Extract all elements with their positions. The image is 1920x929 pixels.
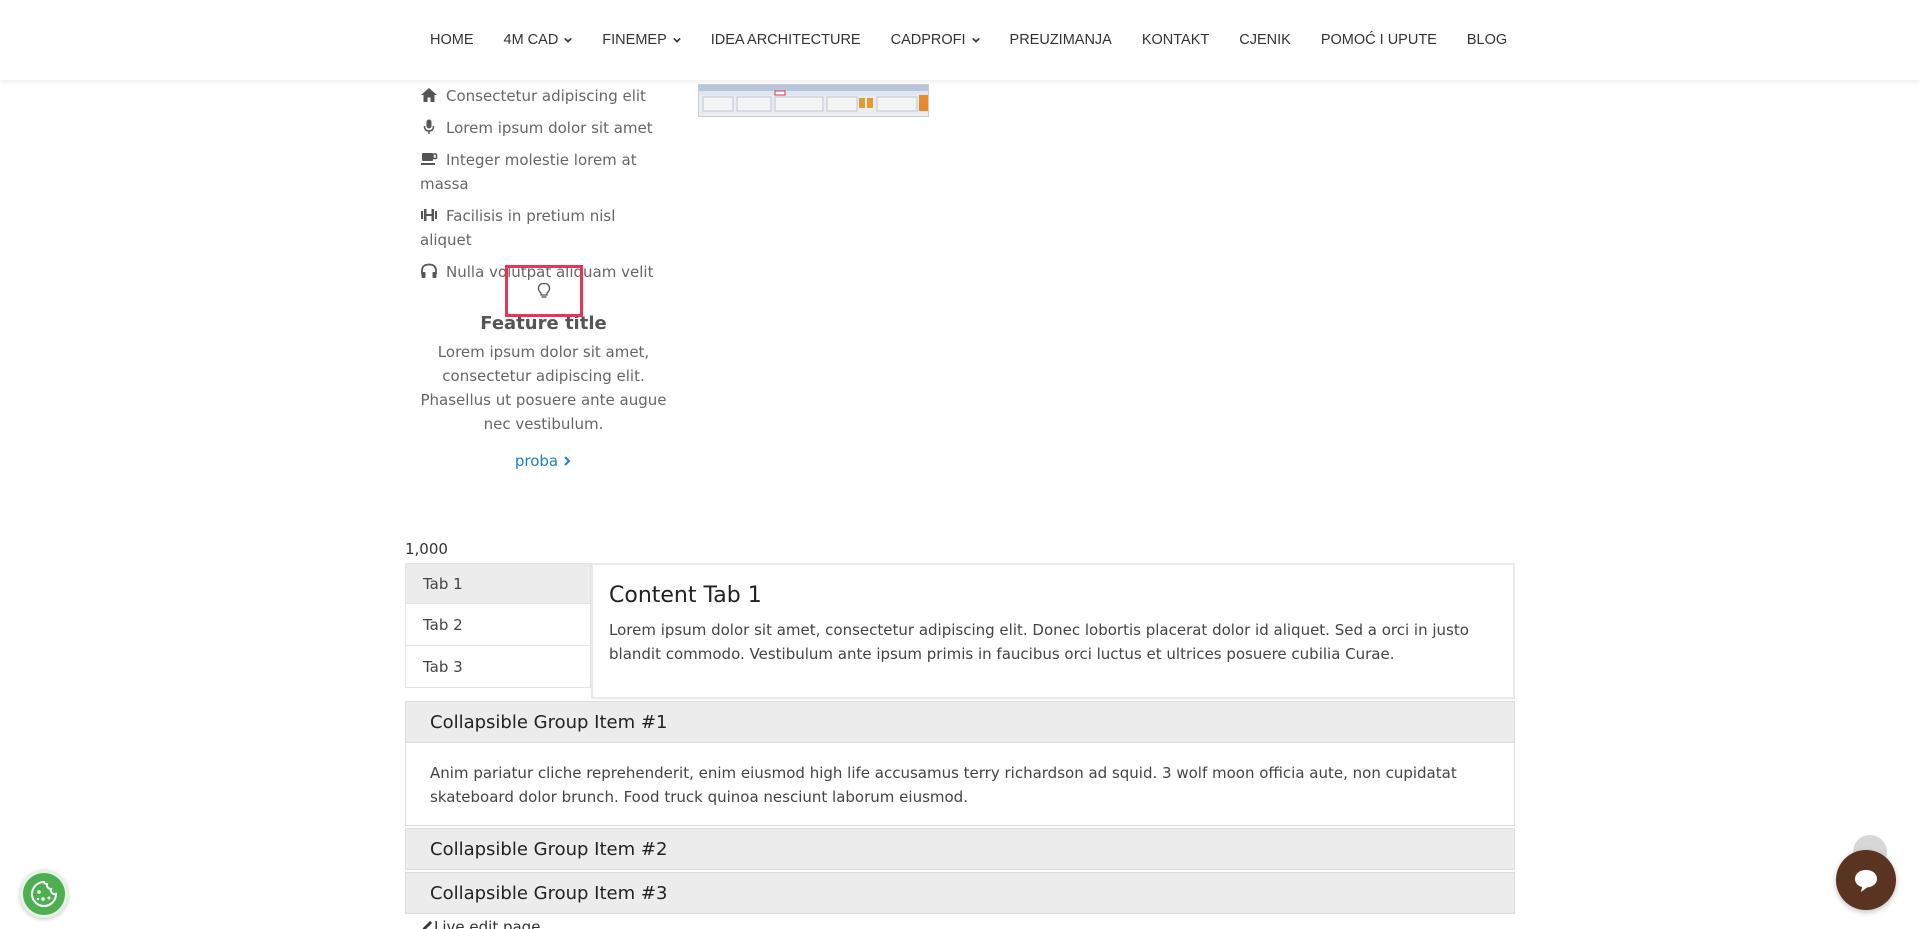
nav-item-idea-architecture[interactable]: IDEA ARCHITECTURE	[711, 32, 861, 48]
nav-item-finemep[interactable]: FINEMEP	[602, 32, 681, 48]
nav-item-preuzimanja[interactable]: PREUZIMANJA	[1010, 32, 1112, 48]
accordion-header-2[interactable]: Collapsible Group Item #2	[406, 829, 1514, 869]
list-item: Facilisis in pretium nisl aliquet	[420, 204, 670, 252]
nav-label: FINEMEP	[602, 32, 667, 48]
main-nav: HOME 4M CAD FINEMEP IDEA ARCHITECTURE CA…	[430, 0, 1537, 80]
list-item-text: Lorem ipsum dolor sit amet	[446, 119, 653, 137]
nav-item-cjenik[interactable]: CJENIK	[1239, 32, 1291, 48]
thumb-ribbon	[699, 90, 928, 116]
live-edit-label: Live edit page	[434, 918, 541, 929]
nav-item-home[interactable]: HOME	[430, 32, 474, 48]
nav-label: IDEA ARCHITECTURE	[710, 32, 861, 48]
nav-item-kontakt[interactable]: KONTAKT	[1142, 32, 1209, 48]
icon-list: Consectetur adipiscing elit Lorem ipsum …	[420, 84, 670, 292]
nav-item-pomoc-i-upute[interactable]: POMOĆ I UPUTE	[1321, 32, 1437, 48]
feature-link-label: proba	[514, 452, 559, 470]
chevron-down-icon	[564, 37, 573, 43]
nav-label: CJENIK	[1239, 32, 1291, 48]
tab-1[interactable]: Tab 1	[405, 563, 591, 604]
tab-3[interactable]: Tab 3	[405, 646, 591, 688]
nav-label: POMOĆ I UPUTE	[1320, 32, 1437, 48]
accordion-item: Collapsible Group Item #1 Anim pariatur …	[405, 701, 1515, 826]
accordion: Collapsible Group Item #1 Anim pariatur …	[405, 701, 1515, 916]
site-header: HOME 4M CAD FINEMEP IDEA ARCHITECTURE CA…	[0, 0, 1920, 80]
nav-label: CADPROFI	[890, 32, 966, 48]
cookie-settings-button[interactable]	[20, 870, 68, 918]
lightbulb-icon	[537, 282, 550, 298]
accordion-body-1: Anim pariatur cliche reprehenderit, enim…	[406, 742, 1514, 825]
accordion-header-1[interactable]: Collapsible Group Item #1	[406, 702, 1514, 742]
tab-content-text: Lorem ipsum dolor sit amet, consectetur …	[609, 621, 1469, 663]
tab-content-title: Content Tab 1	[609, 583, 762, 608]
live-edit-link[interactable]: Live edit page	[420, 918, 540, 929]
nav-label: 4M CAD	[503, 32, 559, 48]
nav-label: BLOG	[1466, 32, 1508, 48]
feature-block: Feature title Lorem ipsum dolor sit amet…	[420, 265, 667, 470]
chevron-down-icon	[672, 37, 681, 43]
list-item: Lorem ipsum dolor sit amet	[420, 116, 670, 140]
accordion-item: Collapsible Group Item #2	[405, 828, 1515, 870]
tab-2[interactable]: Tab 2	[405, 604, 591, 646]
tab-list: Tab 1 Tab 2 Tab 3	[405, 563, 591, 688]
nav-label: HOME	[430, 32, 474, 48]
feature-text: Lorem ipsum dolor sit amet, consectetur …	[420, 343, 667, 433]
accordion-header-3[interactable]: Collapsible Group Item #3	[406, 873, 1514, 913]
nav-item-4m-cad[interactable]: 4M CAD	[504, 32, 573, 48]
nav-label: PREUZIMANJA	[1009, 32, 1112, 48]
list-item-text: Facilisis in pretium nisl aliquet	[420, 207, 616, 249]
counter-value: 1,000	[405, 540, 448, 558]
dumbbell-icon	[420, 206, 440, 222]
chevron-down-icon	[971, 37, 980, 43]
accordion-item: Collapsible Group Item #3	[405, 872, 1515, 914]
nav-item-cadprofi[interactable]: CADPROFI	[891, 32, 980, 48]
list-item: Integer molestie lorem at massa	[420, 148, 670, 196]
toolbar-screenshot-image	[698, 84, 929, 117]
tab-content-panel: Content Tab 1 Lorem ipsum dolor sit amet…	[591, 563, 1515, 699]
feature-icon-highlight	[504, 265, 583, 317]
nav-item-blog[interactable]: BLOG	[1467, 32, 1507, 48]
home-icon	[420, 86, 440, 102]
chat-bubble-icon	[1855, 870, 1877, 892]
pencil-icon	[422, 921, 432, 929]
list-item: Consectetur adipiscing elit	[420, 84, 670, 108]
coffee-icon	[420, 150, 440, 166]
list-item-text: Consectetur adipiscing elit	[446, 87, 646, 105]
chevron-right-icon	[564, 456, 571, 466]
microphone-icon	[420, 118, 440, 134]
tabs-widget: Tab 1 Tab 2 Tab 3 Content Tab 1 Lorem ip…	[405, 563, 1515, 699]
cookie-icon	[31, 880, 58, 907]
feature-link[interactable]: proba	[515, 452, 572, 470]
nav-label: KONTAKT	[1141, 32, 1210, 48]
list-item-text: Integer molestie lorem at massa	[420, 151, 637, 193]
chat-button[interactable]	[1836, 850, 1896, 910]
